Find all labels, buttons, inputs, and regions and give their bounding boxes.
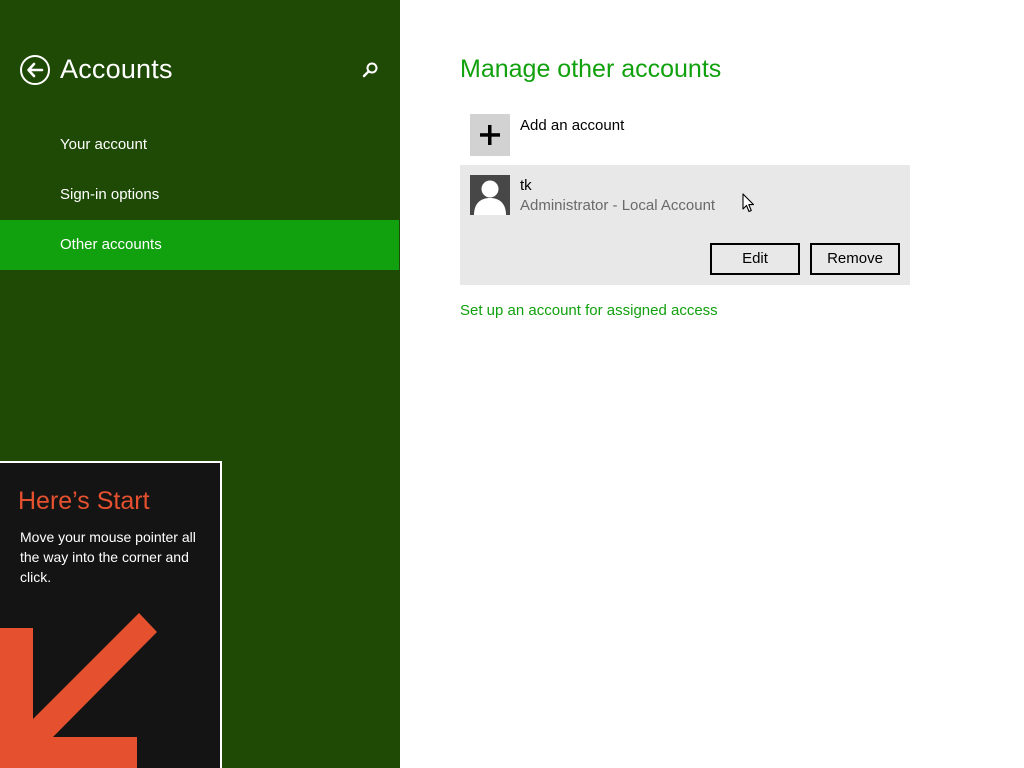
user-silhouette-icon — [474, 180, 506, 215]
start-tip-panel[interactable]: Here’s Start Move your mouse pointer all… — [0, 461, 222, 768]
add-account-label: Add an account — [520, 117, 625, 134]
start-tip-body: Move your mouse pointer all the way into… — [20, 529, 196, 585]
nav-item-other-accounts[interactable]: Other accounts — [0, 220, 399, 270]
add-account-button[interactable]: Add an account — [470, 114, 720, 156]
account-card[interactable]: tk Administrator - Local Account Edit Re… — [460, 165, 910, 285]
back-arrow-icon — [27, 62, 44, 78]
account-name: tk — [520, 177, 532, 194]
avatar — [470, 175, 510, 215]
start-tip-title: Here’s Start — [18, 487, 150, 515]
back-button[interactable] — [20, 55, 50, 85]
section-title: Manage other accounts — [460, 55, 722, 83]
nav-item-your-account[interactable]: Your account — [0, 120, 399, 170]
plus-icon — [480, 125, 500, 145]
edit-button[interactable]: Edit — [710, 243, 800, 275]
nav-item-label: Sign-in options — [60, 186, 160, 203]
mouse-pointer-icon — [742, 193, 755, 213]
assigned-access-link[interactable]: Set up an account for assigned access — [460, 302, 718, 319]
account-type: Administrator - Local Account — [520, 197, 716, 214]
page-title: Accounts — [60, 54, 173, 84]
diagonal-arrow-icon — [0, 613, 157, 768]
nav-item-sign-in-options[interactable]: Sign-in options — [0, 170, 399, 220]
search-button[interactable] — [360, 60, 380, 80]
nav-item-label: Your account — [60, 136, 148, 153]
remove-button[interactable]: Remove — [810, 243, 900, 275]
nav-item-label: Other accounts — [60, 236, 162, 253]
search-icon — [362, 62, 378, 78]
add-account-tile — [470, 114, 510, 156]
